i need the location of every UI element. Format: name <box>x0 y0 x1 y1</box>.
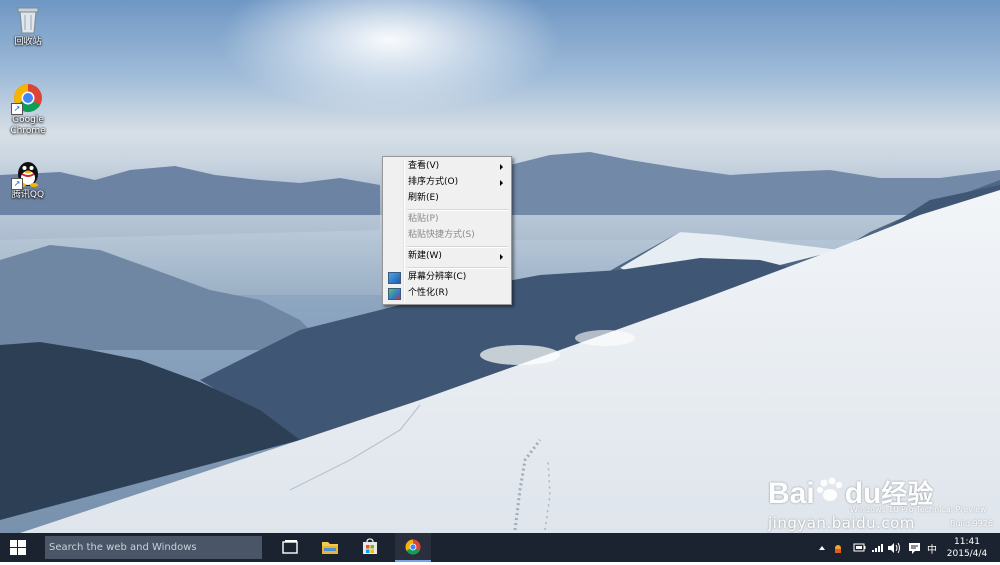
menu-item-view[interactable]: 查看(V) <box>385 159 509 174</box>
menu-item-sort-by[interactable]: 排序方式(O) <box>385 175 509 190</box>
baidu-watermark-logo: Bai du经验 <box>768 477 934 511</box>
desktop-icon-label: 腾讯QQ <box>11 190 45 200</box>
menu-item-paste[interactable]: 粘贴(P) <box>385 212 509 227</box>
system-tray: 中 <box>815 533 945 562</box>
desktop-wallpaper[interactable]: 回收站 ↗ Google Chrome ↗ 腾讯QQ Windows 10 Pr… <box>0 0 1000 533</box>
submenu-arrow-icon <box>500 164 503 170</box>
baidu-site-watermark: jingyan.baidu.com <box>768 514 915 532</box>
windows-logo-icon <box>10 540 26 555</box>
menu-item-label: 刷新(E) <box>408 193 439 203</box>
desktop-icon-qq[interactable]: ↗ 腾讯QQ <box>0 158 56 201</box>
taskbar: Search the web and Windows 中 11:41 2015/… <box>0 533 1000 562</box>
ime-indicator[interactable]: 中 <box>927 541 937 556</box>
menu-item-refresh[interactable]: 刷新(E) <box>385 191 509 206</box>
task-view-icon <box>282 540 298 554</box>
task-view-button[interactable] <box>272 533 308 562</box>
menu-item-personalize[interactable]: 个性化(R) <box>385 286 509 301</box>
clock[interactable]: 11:41 2015/4/4 <box>942 536 992 560</box>
recycle-bin-icon <box>13 5 43 35</box>
file-explorer-icon <box>322 542 338 554</box>
baidu-brand-text-2: du <box>844 477 882 510</box>
screen-resolution-icon <box>388 272 401 284</box>
app-tray-icon[interactable] <box>835 545 841 553</box>
menu-item-screen-resolution[interactable]: 屏幕分辨率(C) <box>385 270 509 285</box>
menu-item-label: 屏幕分辨率(C) <box>408 272 467 282</box>
desktop-icon-label: 回收站 <box>14 37 42 47</box>
menu-item-new[interactable]: 新建(W) <box>385 249 509 264</box>
menu-item-label: 粘贴快捷方式(S) <box>408 230 475 240</box>
desktop-icon-chrome[interactable]: ↗ Google Chrome <box>0 83 56 137</box>
file-explorer-button[interactable] <box>312 533 348 562</box>
volume-icon[interactable] <box>888 542 900 554</box>
clock-date: 2015/4/4 <box>946 549 988 559</box>
chrome-taskbar-button[interactable] <box>395 533 431 562</box>
menu-item-label: 排序方式(O) <box>408 177 459 187</box>
personalize-icon <box>388 288 401 300</box>
menu-separator <box>407 209 508 211</box>
build-watermark: Build 9926 <box>950 519 993 528</box>
battery-icon[interactable] <box>853 543 866 552</box>
clock-time: 11:41 <box>954 537 980 547</box>
show-hidden-icons-icon[interactable] <box>819 546 825 550</box>
network-icon[interactable] <box>872 544 883 552</box>
start-button[interactable] <box>0 533 36 562</box>
baidu-brand-cn: 经验 <box>881 480 934 510</box>
baidu-brand-text: Bai <box>768 477 815 510</box>
menu-separator <box>407 267 508 269</box>
submenu-arrow-icon <box>500 254 503 260</box>
store-button[interactable] <box>352 533 388 562</box>
shortcut-arrow-icon: ↗ <box>11 103 23 115</box>
desktop-icon-recycle-bin[interactable]: 回收站 <box>0 5 56 48</box>
action-center-icon[interactable] <box>909 543 920 554</box>
desktop-icon-label: Google Chrome <box>10 115 46 136</box>
menu-item-label: 查看(V) <box>408 161 440 171</box>
search-box[interactable]: Search the web and Windows <box>45 536 262 559</box>
store-icon <box>363 538 377 554</box>
search-placeholder: Search the web and Windows <box>49 542 197 553</box>
submenu-arrow-icon <box>500 180 503 186</box>
menu-item-paste-shortcut[interactable]: 粘贴快捷方式(S) <box>385 228 509 243</box>
chrome-icon <box>405 539 421 555</box>
menu-separator <box>407 246 508 248</box>
shortcut-arrow-icon: ↗ <box>11 178 23 190</box>
chrome-icon: ↗ <box>11 83 43 115</box>
menu-item-label: 个性化(R) <box>408 288 449 298</box>
qq-icon: ↗ <box>11 158 43 190</box>
menu-item-label: 新建(W) <box>408 251 442 261</box>
desktop-context-menu: 查看(V) 排序方式(O) 刷新(E) 粘贴(P) 粘贴快捷方式(S) 新建(W… <box>382 156 512 305</box>
menu-item-label: 粘贴(P) <box>408 214 439 224</box>
